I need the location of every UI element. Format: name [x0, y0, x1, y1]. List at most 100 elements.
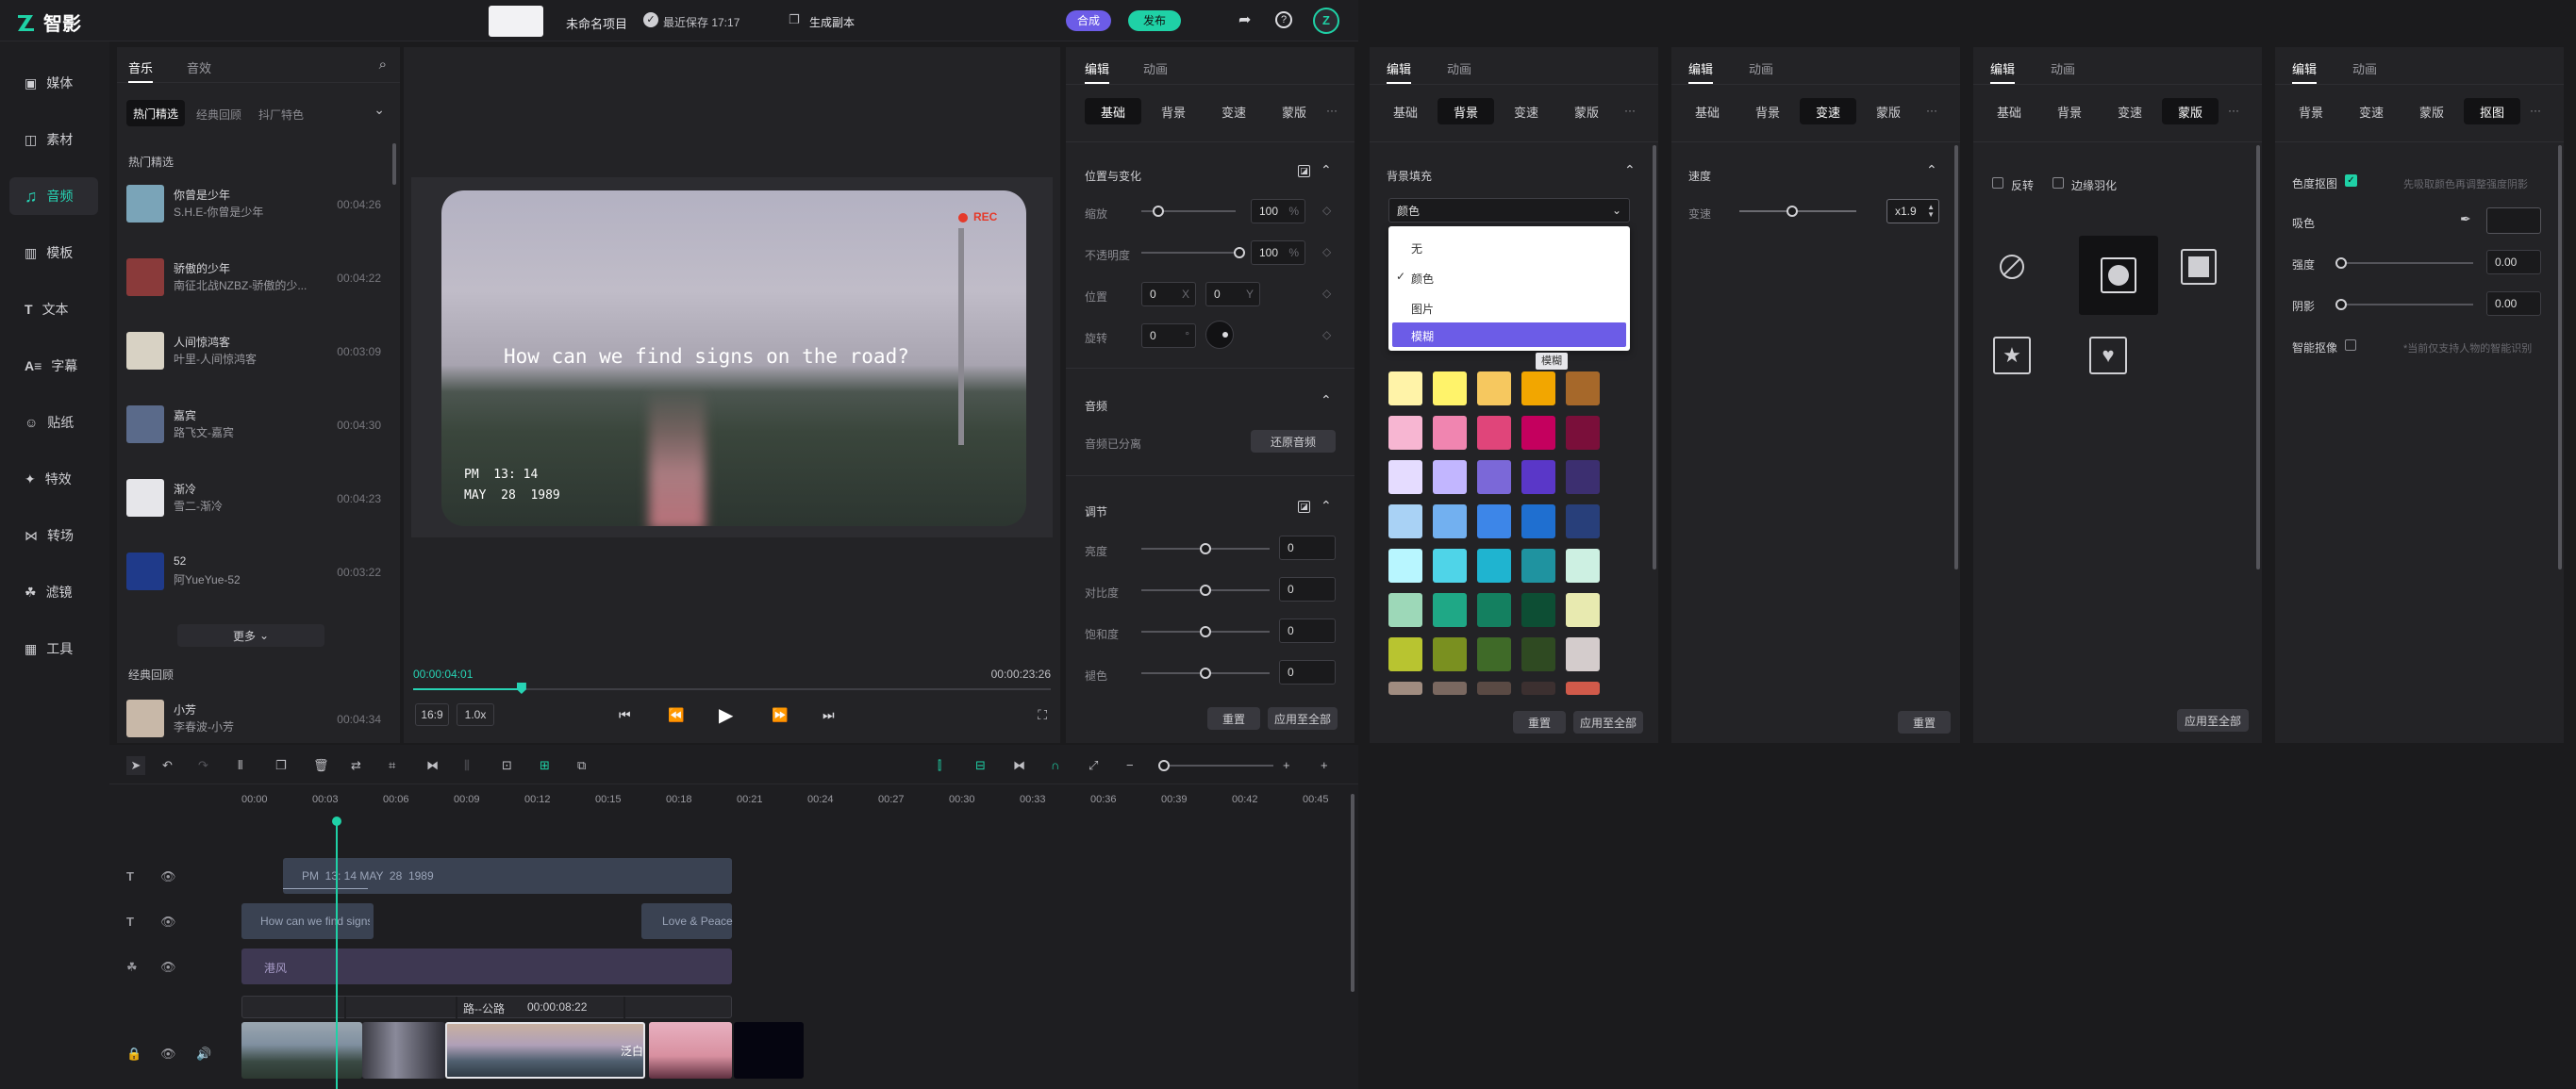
export-frame-icon[interactable]: ⊡	[502, 758, 517, 773]
panel-scrollbar[interactable]	[2558, 145, 2562, 569]
generate-copy-button[interactable]: 生成副本	[809, 14, 855, 30]
freeze-icon[interactable]: ⫼	[464, 758, 479, 773]
subtab-mask[interactable]: 蒙版	[1860, 98, 1917, 124]
opacity-slider-handle[interactable]	[1234, 247, 1245, 258]
subtab-background[interactable]: 背景	[2041, 98, 2098, 124]
saturation-input[interactable]: 0	[1279, 619, 1336, 643]
subtab-mask[interactable]: 蒙版	[2162, 98, 2219, 124]
sidebar-item-transition[interactable]: ⋈ 转场	[9, 517, 98, 554]
eye-icon[interactable]: 👁	[160, 1047, 176, 1062]
eye-icon[interactable]: 👁	[160, 960, 176, 975]
lock-icon[interactable]: 🔒	[126, 1047, 141, 1062]
filter-clip[interactable]: 港风	[241, 949, 732, 984]
color-swatch[interactable]	[1433, 593, 1467, 627]
more-button[interactable]: 更多 ⌄	[177, 624, 324, 647]
add-track-icon[interactable]: +	[1321, 758, 1336, 773]
apply-all-button[interactable]: 应用至全部	[1268, 707, 1338, 730]
text-clip[interactable]: PM 13: 14 MAY 28 1989	[283, 858, 732, 894]
mask-none[interactable]	[1992, 247, 2032, 287]
position-y-input[interactable]: 0Y	[1205, 282, 1260, 306]
video-clip[interactable]	[649, 1022, 732, 1079]
subtab-speed[interactable]: 变速	[2102, 98, 2158, 124]
subtab-cutout[interactable]: 抠图	[2464, 98, 2520, 124]
color-swatch[interactable]	[1566, 637, 1600, 671]
tab-sound-effects[interactable]: 音效	[187, 58, 211, 76]
collapse-icon[interactable]: ⌃	[1926, 162, 1937, 178]
keyframe-diamond-icon[interactable]: ◇	[1322, 245, 1331, 258]
reset-button[interactable]: 重置	[1513, 711, 1566, 734]
eye-icon[interactable]: 👁	[160, 915, 176, 930]
skip-start-icon[interactable]: ⏮	[619, 707, 631, 723]
tab-animation[interactable]: 动画	[1447, 59, 1471, 77]
filter-special[interactable]: 抖厂特色	[258, 107, 304, 123]
opacity-slider[interactable]	[1141, 252, 1236, 254]
subtab-background[interactable]: 背景	[1145, 98, 1202, 124]
video-frame[interactable]: REC How can we find signs on the road? P…	[411, 177, 1053, 537]
color-swatch[interactable]	[1388, 682, 1422, 695]
subtab-basic[interactable]: 基础	[1679, 98, 1736, 124]
subtitle-clip[interactable]: How can we find signs	[241, 903, 374, 939]
fit-icon[interactable]: ⤢	[1089, 758, 1104, 773]
eyedropper-icon[interactable]: ✒	[2460, 211, 2471, 227]
restore-audio-button[interactable]: 还原音频	[1251, 430, 1336, 453]
color-swatch[interactable]	[1433, 416, 1467, 450]
subtab-mask[interactable]: 蒙版	[1558, 98, 1615, 124]
subtitle-clip[interactable]: Love & Peace	[641, 903, 733, 939]
strength-slider-handle[interactable]	[2335, 257, 2347, 269]
step-forward-icon[interactable]: ⏩	[772, 707, 788, 723]
subtab-background[interactable]: 背景	[1739, 98, 1796, 124]
color-swatch[interactable]	[1433, 682, 1467, 695]
step-back-icon[interactable]: ⏪	[668, 707, 684, 723]
subtab-speed[interactable]: 变速	[1205, 98, 1262, 124]
color-swatch[interactable]	[1521, 371, 1555, 405]
eye-icon[interactable]: 👁	[160, 869, 176, 884]
color-swatch[interactable]	[1566, 682, 1600, 695]
subtab-mask[interactable]: 蒙版	[2403, 98, 2460, 124]
zoom-slider[interactable]	[1160, 765, 1273, 767]
speed-button[interactable]: 1.0x	[457, 703, 494, 726]
rotate-input[interactable]: 0 °	[1141, 323, 1196, 348]
link-icon[interactable]: ⊟	[975, 758, 990, 773]
chevron-down-icon[interactable]: ⌄	[374, 102, 385, 118]
color-swatch[interactable]	[1566, 371, 1600, 405]
color-swatch[interactable]	[1388, 637, 1422, 671]
tab-edit[interactable]: 编辑	[1085, 59, 1110, 84]
bg-fill-select[interactable]: 颜色 ⌄	[1388, 198, 1630, 223]
sidebar-item-filter[interactable]: ☘ 滤镜	[9, 573, 98, 611]
magnet-icon[interactable]: ∩	[1051, 758, 1066, 773]
filter-classic[interactable]: 经典回顾	[196, 107, 241, 123]
speed-slider-handle[interactable]	[1787, 206, 1798, 217]
avatar[interactable]: Z	[1313, 8, 1339, 34]
scale-slider-handle[interactable]	[1153, 206, 1164, 217]
strength-input[interactable]: 0.00	[2486, 250, 2541, 274]
shadow-slider[interactable]	[2339, 304, 2473, 305]
mirror-icon[interactable]: ⧓	[426, 758, 441, 773]
color-swatch[interactable]	[1566, 460, 1600, 494]
undo-icon[interactable]: ↶	[162, 758, 177, 773]
record-icon[interactable]: ⊞	[540, 758, 555, 773]
color-swatch[interactable]	[1433, 637, 1467, 671]
color-swatch[interactable]	[1477, 460, 1511, 494]
color-swatch[interactable]	[1521, 416, 1555, 450]
subtab-speed[interactable]: 变速	[1498, 98, 1554, 124]
sidebar-item-effect[interactable]: ✦ 特效	[9, 460, 98, 498]
snap-icon[interactable]: ⫿	[938, 758, 953, 773]
more-icon[interactable]: ···	[2530, 104, 2541, 117]
keyframe-diamond-icon[interactable]: ◇	[1322, 328, 1331, 341]
mask-star[interactable]: ★	[1992, 336, 2032, 375]
sidebar-item-audio[interactable]: ♫ 音频	[9, 177, 98, 215]
zoom-in-icon[interactable]: +	[1283, 758, 1298, 773]
fade-input[interactable]: 0	[1279, 660, 1336, 685]
more-icon[interactable]: ···	[1326, 104, 1338, 117]
volume-icon[interactable]: 🔊	[196, 1047, 211, 1062]
list-item[interactable]: 小芳 李春波-小芳 00:04:34	[117, 681, 400, 749]
mask-circle[interactable]	[2079, 236, 2158, 315]
color-swatch[interactable]	[1388, 504, 1422, 538]
filter-hot[interactable]: 热门精选	[126, 100, 185, 126]
color-swatch[interactable]	[1566, 504, 1600, 538]
speed-slider[interactable]	[1739, 210, 1856, 212]
subtab-basic[interactable]: 基础	[1085, 98, 1141, 124]
tab-music[interactable]: 音乐	[128, 58, 154, 83]
list-item[interactable]: 骄傲的少年 南征北战NZBZ-骄傲的少... 00:04:22	[117, 239, 400, 307]
project-thumbnail[interactable]	[489, 6, 543, 37]
